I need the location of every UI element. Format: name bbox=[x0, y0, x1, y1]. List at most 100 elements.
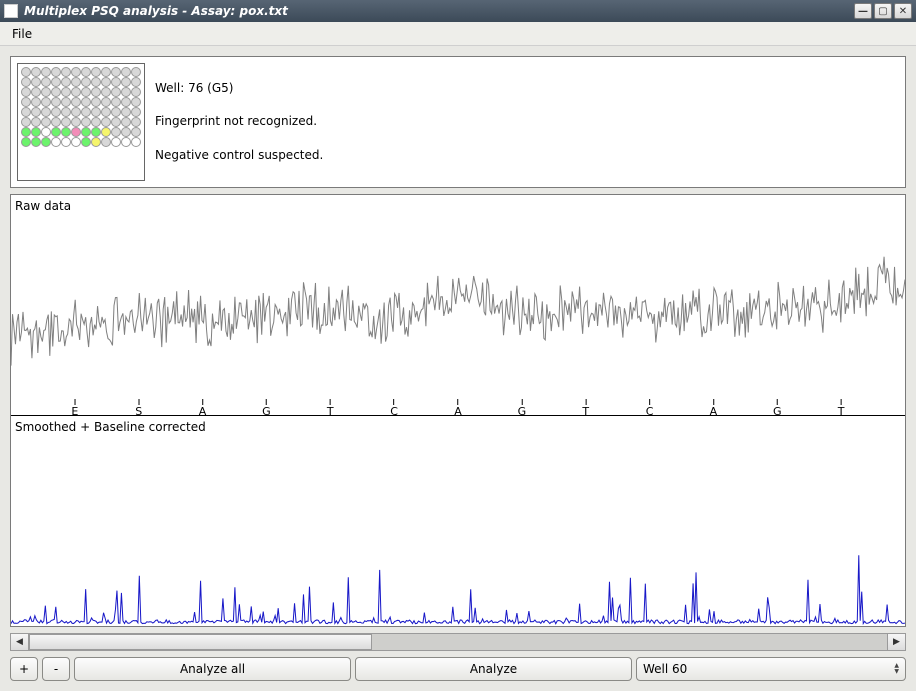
well-53[interactable] bbox=[71, 107, 81, 117]
well-22[interactable] bbox=[121, 77, 131, 87]
well-25[interactable] bbox=[31, 87, 41, 97]
well-34[interactable] bbox=[121, 87, 131, 97]
well-28[interactable] bbox=[61, 87, 71, 97]
well-10[interactable] bbox=[121, 67, 131, 77]
well-19[interactable] bbox=[91, 77, 101, 87]
zoom-out-button[interactable]: - bbox=[42, 657, 70, 681]
well-46[interactable] bbox=[121, 97, 131, 107]
well-52[interactable] bbox=[61, 107, 71, 117]
well-2[interactable] bbox=[41, 67, 51, 77]
well-24[interactable] bbox=[21, 87, 31, 97]
well-23[interactable] bbox=[131, 77, 141, 87]
well-89[interactable] bbox=[71, 137, 81, 147]
well-59[interactable] bbox=[131, 107, 141, 117]
well-91[interactable] bbox=[91, 137, 101, 147]
well-61[interactable] bbox=[31, 117, 41, 127]
well-38[interactable] bbox=[41, 97, 51, 107]
well-40[interactable] bbox=[61, 97, 71, 107]
well-94[interactable] bbox=[121, 137, 131, 147]
well-33[interactable] bbox=[111, 87, 121, 97]
well-20[interactable] bbox=[101, 77, 111, 87]
well-47[interactable] bbox=[131, 97, 141, 107]
well-4[interactable] bbox=[61, 67, 71, 77]
analyze-button[interactable]: Analyze bbox=[355, 657, 632, 681]
analyze-all-button[interactable]: Analyze all bbox=[74, 657, 351, 681]
well-5[interactable] bbox=[71, 67, 81, 77]
well-11[interactable] bbox=[131, 67, 141, 77]
well-70[interactable] bbox=[121, 117, 131, 127]
well-57[interactable] bbox=[111, 107, 121, 117]
well-35[interactable] bbox=[131, 87, 141, 97]
well-27[interactable] bbox=[51, 87, 61, 97]
well-18[interactable] bbox=[81, 77, 91, 87]
well-29[interactable] bbox=[71, 87, 81, 97]
well-plate[interactable] bbox=[17, 63, 145, 181]
well-93[interactable] bbox=[111, 137, 121, 147]
well-74[interactable] bbox=[41, 127, 51, 137]
well-0[interactable] bbox=[21, 67, 31, 77]
well-71[interactable] bbox=[131, 117, 141, 127]
well-17[interactable] bbox=[71, 77, 81, 87]
well-80[interactable] bbox=[101, 127, 111, 137]
well-75[interactable] bbox=[51, 127, 61, 137]
well-32[interactable] bbox=[101, 87, 111, 97]
well-3[interactable] bbox=[51, 67, 61, 77]
well-92[interactable] bbox=[101, 137, 111, 147]
well-12[interactable] bbox=[21, 77, 31, 87]
well-86[interactable] bbox=[41, 137, 51, 147]
well-45[interactable] bbox=[111, 97, 121, 107]
well-90[interactable] bbox=[81, 137, 91, 147]
well-81[interactable] bbox=[111, 127, 121, 137]
well-41[interactable] bbox=[71, 97, 81, 107]
well-58[interactable] bbox=[121, 107, 131, 117]
well-36[interactable] bbox=[21, 97, 31, 107]
well-9[interactable] bbox=[111, 67, 121, 77]
well-39[interactable] bbox=[51, 97, 61, 107]
well-83[interactable] bbox=[131, 127, 141, 137]
well-49[interactable] bbox=[31, 107, 41, 117]
well-64[interactable] bbox=[61, 117, 71, 127]
well-72[interactable] bbox=[21, 127, 31, 137]
well-87[interactable] bbox=[51, 137, 61, 147]
well-1[interactable] bbox=[31, 67, 41, 77]
well-82[interactable] bbox=[121, 127, 131, 137]
menu-file[interactable]: File bbox=[6, 25, 38, 43]
well-selector[interactable]: Well 60 ▲▼ bbox=[636, 657, 906, 681]
well-60[interactable] bbox=[21, 117, 31, 127]
well-76[interactable] bbox=[61, 127, 71, 137]
scroll-thumb[interactable] bbox=[29, 634, 372, 650]
chart-scrollbar[interactable]: ◀ ▶ bbox=[10, 633, 906, 651]
well-78[interactable] bbox=[81, 127, 91, 137]
well-48[interactable] bbox=[21, 107, 31, 117]
maximize-button[interactable]: ▢ bbox=[874, 3, 892, 19]
well-55[interactable] bbox=[91, 107, 101, 117]
zoom-in-button[interactable]: + bbox=[10, 657, 38, 681]
well-65[interactable] bbox=[71, 117, 81, 127]
minimize-button[interactable]: — bbox=[854, 3, 872, 19]
well-54[interactable] bbox=[81, 107, 91, 117]
well-26[interactable] bbox=[41, 87, 51, 97]
well-14[interactable] bbox=[41, 77, 51, 87]
well-42[interactable] bbox=[81, 97, 91, 107]
well-15[interactable] bbox=[51, 77, 61, 87]
well-31[interactable] bbox=[91, 87, 101, 97]
well-79[interactable] bbox=[91, 127, 101, 137]
well-84[interactable] bbox=[21, 137, 31, 147]
well-50[interactable] bbox=[41, 107, 51, 117]
scroll-left-button[interactable]: ◀ bbox=[11, 634, 29, 650]
well-95[interactable] bbox=[131, 137, 141, 147]
well-7[interactable] bbox=[91, 67, 101, 77]
well-37[interactable] bbox=[31, 97, 41, 107]
well-51[interactable] bbox=[51, 107, 61, 117]
well-6[interactable] bbox=[81, 67, 91, 77]
well-56[interactable] bbox=[101, 107, 111, 117]
well-62[interactable] bbox=[41, 117, 51, 127]
well-85[interactable] bbox=[31, 137, 41, 147]
well-21[interactable] bbox=[111, 77, 121, 87]
well-66[interactable] bbox=[81, 117, 91, 127]
well-30[interactable] bbox=[81, 87, 91, 97]
scroll-right-button[interactable]: ▶ bbox=[887, 634, 905, 650]
well-69[interactable] bbox=[111, 117, 121, 127]
well-16[interactable] bbox=[61, 77, 71, 87]
well-13[interactable] bbox=[31, 77, 41, 87]
